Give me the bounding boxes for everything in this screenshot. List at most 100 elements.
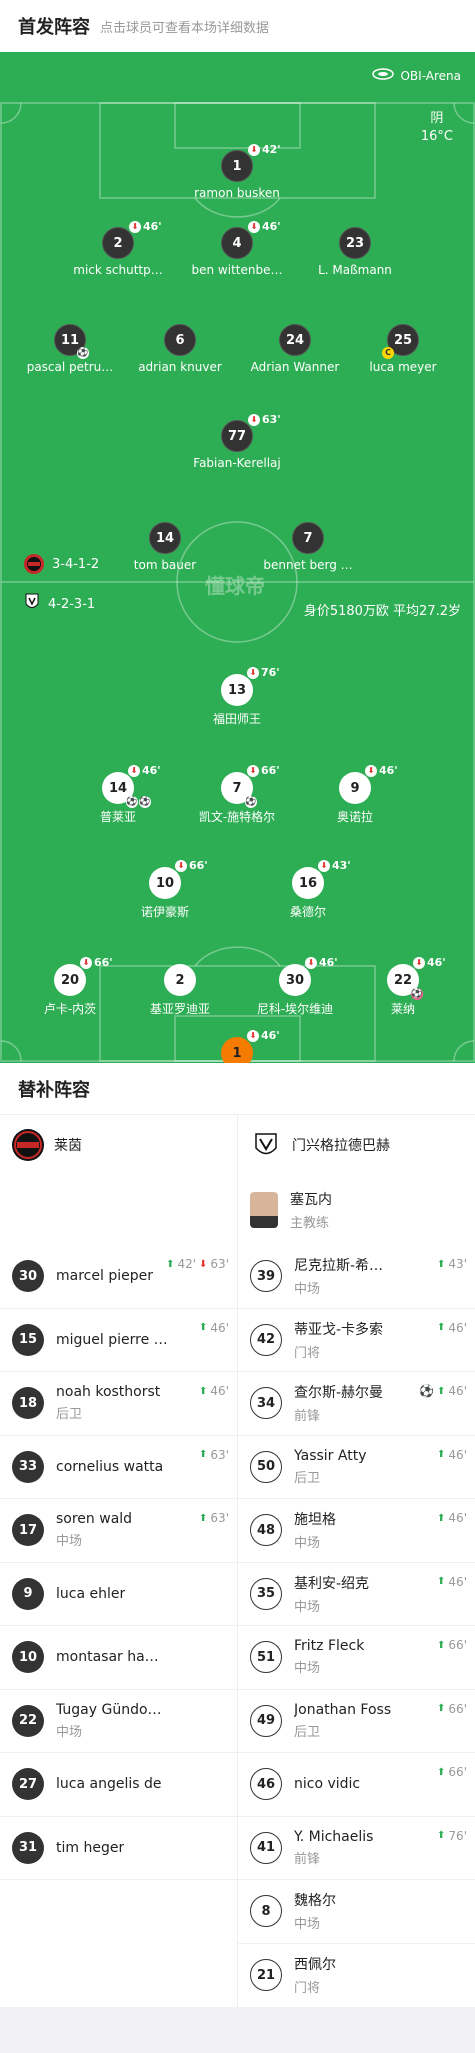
away-player[interactable]: 2 基亚罗迪亚	[120, 964, 240, 1017]
sub-player-position: 中场	[294, 1536, 321, 1552]
sub-player-info: noah kosthorst 后卫	[56, 1384, 160, 1422]
sub-player-row[interactable]: 22 Tugay Gündo… 中场	[0, 1690, 237, 1753]
sub-player-row[interactable]: 51 Fritz Fleck 中场 ⬆ 66'	[238, 1626, 475, 1690]
home-player[interactable]: 6 adrian knuver	[120, 324, 240, 374]
sub-player-row[interactable]: 48 施坦格 中场 ⬆ 46'	[238, 1499, 475, 1563]
home-player[interactable]: 11 ⚽ pascal petru…	[10, 324, 130, 374]
sub-player-row[interactable]: 30 marcel pieper ⬆ 42' ⬇ 63'	[0, 1245, 237, 1309]
subs-table: 莱茵 30 marcel pieper ⬆ 42' ⬇ 63' 15 miguel pierr…	[0, 1115, 475, 2007]
captain-icon: C	[382, 347, 394, 359]
sub-player-row[interactable]: 21 西佩尔 门将	[238, 1944, 475, 2008]
away-player[interactable]: 14 ⬇ 46' ⚽ ⚽ 普莱亚	[58, 764, 178, 825]
home-team-head[interactable]: 莱茵	[0, 1115, 237, 1175]
sub-events: ⬆ 63'	[199, 1511, 229, 1525]
home-player[interactable]: 7 bennet berg …	[248, 522, 368, 572]
home-player[interactable]: 24 Adrian Wanner	[235, 324, 355, 374]
sub-player-row[interactable]: 9 luca ehler	[0, 1563, 237, 1626]
player-number: 7 ⬇ 66' ⚽	[221, 764, 280, 808]
away-team-logo-icon	[250, 1129, 282, 1161]
sub-in-minute: 66'	[448, 1701, 467, 1716]
sub-player-row[interactable]: 8 魏格尔 中场	[238, 1880, 475, 1944]
home-team-name: 莱茵	[54, 1138, 82, 1154]
away-subs-list: 39 尼克拉斯-希… 中场 ⬆ 43' 42 蒂亚戈-卡多索 门将 ⬆ 46' 34 查尔斯-赫尔曼前…	[238, 1245, 475, 2007]
sub-player-row[interactable]: 42 蒂亚戈-卡多索 门将 ⬆ 46'	[238, 1309, 475, 1372]
home-player[interactable]: 14 tom bauer	[105, 522, 225, 572]
sub-off-badge: ⬇ 46'	[129, 220, 162, 233]
player-name: 奥诺拉	[336, 810, 373, 824]
lineup-title: 首发阵容	[18, 17, 90, 38]
sub-player-row[interactable]: 49 Jonathan Foss 后卫 ⬆ 66'	[238, 1690, 475, 1753]
player-number: 24	[279, 324, 311, 356]
away-formation-label: 4-2-3-1	[48, 596, 96, 612]
coach-row[interactable]: 塞瓦内 主教练	[238, 1175, 475, 1245]
sub-off-badge: ⬇ 66'	[247, 764, 280, 777]
away-player[interactable]: 10 ⬇ 66' 诺伊豪斯	[105, 859, 225, 920]
sub-in-icon: ⬆	[437, 1322, 446, 1333]
home-player[interactable]: 77 ⬇ 63' Fabian-Kerellaj	[177, 413, 297, 470]
sub-player-row[interactable]: 46 nico vidic ⬆ 66'	[238, 1753, 475, 1817]
away-player[interactable]: 13 ⬇ 76' 福田师王	[177, 666, 297, 727]
sub-player-position: 中场	[56, 1724, 83, 1740]
sub-player-info: 施坦格 中场	[294, 1509, 336, 1551]
home-player[interactable]: 1 ⬇ 42' ramon busken	[177, 143, 297, 200]
sub-player-number: 21	[250, 1959, 282, 1992]
player-number: 10 ⬇ 66'	[149, 859, 208, 899]
sub-player-number: 41	[250, 1831, 282, 1864]
away-player[interactable]: 20 ⬇ 66' 卢卡-内茨	[10, 956, 130, 1017]
player-name: Fabian-Kerellaj	[193, 456, 281, 470]
sub-events: ⚽ ⬆ 46'	[419, 1384, 467, 1398]
sub-player-info: soren wald 中场	[56, 1511, 132, 1549]
away-team-head[interactable]: 门兴格拉德巴赫	[238, 1115, 475, 1175]
sub-player-info: 魏格尔 中场	[294, 1890, 336, 1932]
sub-player-info: nico vidic	[294, 1776, 360, 1792]
sub-off-badge: ⬇ 46'	[128, 764, 161, 777]
home-formation-label: 3-4-1-2	[52, 556, 100, 572]
away-player[interactable]: 30 ⬇ 46' 尼科-埃尔维迪	[235, 956, 355, 1017]
sub-player-position: 中场	[294, 1282, 321, 1298]
sub-player-row[interactable]: 15 miguel pierre … ⬆ 46'	[0, 1309, 237, 1372]
away-player[interactable]: 7 ⬇ 66' ⚽ 凯文-施特格尔	[177, 764, 297, 825]
sub-player-number: 50	[250, 1450, 282, 1483]
sub-player-row[interactable]: 50 Yassir Atty 后卫 ⬆ 46'	[238, 1436, 475, 1499]
sub-in-minute: 46'	[210, 1384, 229, 1398]
sub-player-row[interactable]: 39 尼克拉斯-希… 中场 ⬆ 43'	[238, 1245, 475, 1309]
sub-minute: 46'	[319, 956, 338, 969]
home-player[interactable]: 25 Cluca meyer	[343, 324, 463, 374]
sub-player-row[interactable]: 33 cornelius watta ⬆ 63'	[0, 1436, 237, 1499]
sub-in-icon: ⬆	[199, 1449, 208, 1460]
sub-player-position: 门将	[294, 1345, 321, 1361]
sub-minute: 76'	[261, 666, 280, 679]
sub-off-icon: ⬇	[248, 220, 260, 233]
sub-in-minute: 76'	[448, 1828, 467, 1843]
sub-minute: 46'	[379, 764, 398, 777]
sub-player-row[interactable]: 27 luca angelis de	[0, 1753, 237, 1817]
away-player[interactable]: 9 ⬇ 46' 奥诺拉	[295, 764, 415, 825]
sub-events: ⬆ 43'	[437, 1257, 467, 1271]
sub-player-row[interactable]: 34 查尔斯-赫尔曼 前锋 ⚽ ⬆ 46'	[238, 1372, 475, 1436]
sub-player-position: 中场	[294, 1917, 321, 1933]
away-player[interactable]: 1⬇46'奥姆林	[177, 1029, 297, 1063]
sub-events: ⬆ 66'	[437, 1702, 467, 1716]
sub-player-row[interactable]: 31 tim heger	[0, 1817, 237, 1880]
sub-player-row[interactable]: 10 montasar ha…	[0, 1626, 237, 1690]
away-player[interactable]: 16 ⬇ 43' 桑德尔	[248, 859, 368, 920]
sub-out-icon: ⬇	[199, 1258, 208, 1270]
sub-player-row[interactable]: 41 Y. Michaelis 前锋 ⬆ 76'	[238, 1817, 475, 1880]
home-player[interactable]: 23 L. Maßmann	[295, 227, 415, 277]
sub-in-icon: ⬆	[437, 1766, 446, 1778]
away-player[interactable]: 22 ⬇ 46' ⚽ 莱纳	[343, 956, 463, 1017]
sub-player-position: 中场	[56, 1534, 83, 1550]
player-name: bennet berg …	[263, 558, 353, 572]
player-number: 30 ⬇ 46'	[279, 956, 338, 996]
sub-player-row[interactable]: 35 基利安-绍克 中场 ⬆ 46'	[238, 1563, 475, 1626]
sub-player-row[interactable]: 18 noah kosthorst 后卫 ⬆ 46'	[0, 1372, 237, 1436]
player-name: 凯文-施特格尔	[198, 810, 276, 824]
player-number: 11 ⚽	[54, 324, 89, 359]
pitch: OBI-Arena 阴 16°C 懂球帝 3-4-1-2 4-2-3-1 身价5…	[0, 52, 475, 1063]
sub-player-row[interactable]: 17 soren wald 中场 ⬆ 63'	[0, 1499, 237, 1563]
home-player[interactable]: 2 ⬇ 46' mick schuttp…	[58, 220, 178, 277]
away-subs-column: 门兴格拉德巴赫 塞瓦内 主教练 39 尼克拉斯-希… 中场 ⬆ 43' 42 蒂亚戈-卡多索…	[238, 1115, 475, 2007]
home-player[interactable]: 4 ⬇ 46' ben wittenbe…	[177, 220, 297, 277]
sub-player-name: Y. Michaelis	[294, 1828, 374, 1845]
sub-player-name: 基利安-绍克	[294, 1575, 370, 1592]
